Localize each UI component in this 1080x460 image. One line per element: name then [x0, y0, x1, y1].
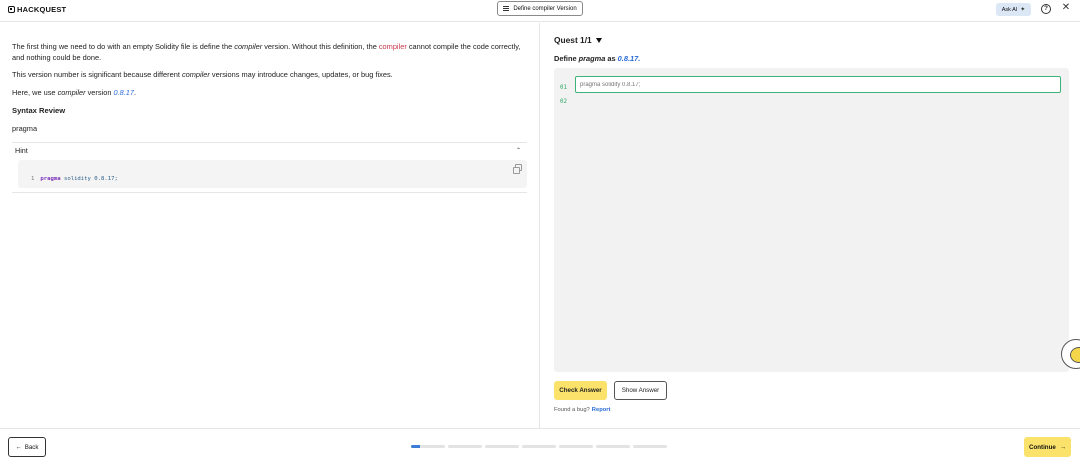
lesson-menu-button[interactable]: Define compiler Version [497, 1, 583, 16]
text: Here, we use [12, 87, 58, 97]
version-value: 0.8.17 [113, 87, 135, 97]
ask-ai-button[interactable]: Ask AI ✦ [996, 3, 1031, 16]
text: This version number is significant becau… [12, 70, 182, 79]
code-line: 1 pragma solidity 0.8.17; [31, 174, 118, 185]
hint-code-block: 1 pragma solidity 0.8.17; [18, 160, 527, 188]
arrow-right-icon: → [1059, 443, 1066, 451]
quest-panel: Quest 1/1 Define pragma as 0.8.17. 01 02… [541, 23, 1080, 428]
syntax-text: pragma [12, 123, 38, 133]
logo-text: HACKQUEST [17, 5, 67, 14]
line-number: 1 [31, 176, 35, 182]
text: version [85, 87, 114, 97]
progress-fill [411, 445, 420, 448]
copy-icon[interactable] [513, 164, 522, 174]
close-icon[interactable]: ✕ [1061, 2, 1071, 14]
bug-text: Found a bug? [554, 407, 590, 413]
help-icon[interactable]: ? [1041, 4, 1051, 14]
line-gutter: 01 02 [560, 81, 567, 109]
emphasis: compiler [57, 87, 86, 97]
quest-value: 0.8.17. [617, 54, 641, 63]
chevron-up-icon: ⌃ [515, 148, 521, 155]
code-editor: 01 02 [554, 68, 1069, 372]
lesson-content: The first thing we need to do with an em… [12, 42, 527, 193]
progress-segment [411, 445, 445, 448]
lesson-paragraph-3: Here, we use compiler version 0.8.17. [12, 88, 527, 99]
quest-title-dropdown[interactable]: Quest 1/1 [554, 35, 602, 45]
line-number: 01 [560, 85, 567, 91]
text: Define [554, 54, 579, 63]
code-rest: solidity 0.8.17; [60, 176, 118, 182]
text: . [134, 87, 137, 97]
highlight-term: compiler [378, 42, 407, 51]
report-link[interactable]: Report [592, 407, 611, 413]
continue-label: Continue [1029, 443, 1056, 451]
lesson-paragraph-1: The first thing we need to do with an em… [12, 42, 527, 63]
text: The first thing we need to do with an em… [12, 42, 235, 51]
progress-segment [448, 445, 482, 448]
hackquest-logo[interactable]: HACKQUEST [8, 5, 66, 14]
emphasis: compiler [234, 42, 263, 51]
check-answer-button[interactable]: Check Answer [554, 381, 607, 400]
code-keyword: pragma [40, 176, 61, 182]
progress-segment [633, 445, 667, 448]
back-label: Back [24, 443, 39, 451]
progress-segment [596, 445, 630, 448]
text: version. Without this definition, the [262, 42, 379, 51]
sparkle-icon: ✦ [1020, 7, 1026, 13]
answer-input[interactable] [575, 76, 1061, 93]
ask-ai-label: Ask AI [1001, 6, 1018, 13]
quest-title: Quest 1/1 [554, 35, 592, 45]
list-icon [503, 6, 510, 11]
text: versions may introduce changes, updates,… [209, 70, 393, 79]
top-bar: HACKQUEST Define compiler Version Ask AI… [0, 0, 1080, 22]
quest-description: Define pragma as 0.8.17. [554, 54, 640, 63]
arrow-left-icon: ← [15, 443, 22, 451]
lesson-paragraph-2: This version number is significant becau… [12, 70, 527, 81]
progress-segment [559, 445, 593, 448]
progress-segment [485, 445, 519, 448]
hint-accordion: Hint ⌃ 1 pragma solidity 0.8.17; [12, 142, 527, 193]
back-button[interactable]: ← Back [8, 437, 46, 457]
logo-mark-icon [8, 6, 15, 13]
hint-toggle[interactable]: Hint ⌃ [12, 143, 527, 160]
quest-keyword: pragma [578, 54, 606, 63]
line-number: 02 [560, 99, 567, 105]
progress-segment [522, 445, 556, 448]
text: as [605, 54, 618, 63]
lesson-panel: The first thing we need to do with an em… [0, 23, 540, 428]
show-answer-button[interactable]: Show Answer [614, 381, 667, 400]
bottom-bar: ← Back Continue → [0, 428, 1080, 460]
caret-down-icon [595, 37, 602, 43]
emphasis: compiler [181, 70, 210, 79]
continue-button[interactable]: Continue → [1024, 437, 1071, 457]
hint-label: Hint [15, 146, 28, 156]
syntax-review-title: Syntax Review [12, 106, 66, 115]
lesson-progress [411, 445, 667, 448]
bug-report-line: Found a bug? Report [554, 407, 610, 413]
lesson-title: Define compiler Version [513, 5, 577, 12]
